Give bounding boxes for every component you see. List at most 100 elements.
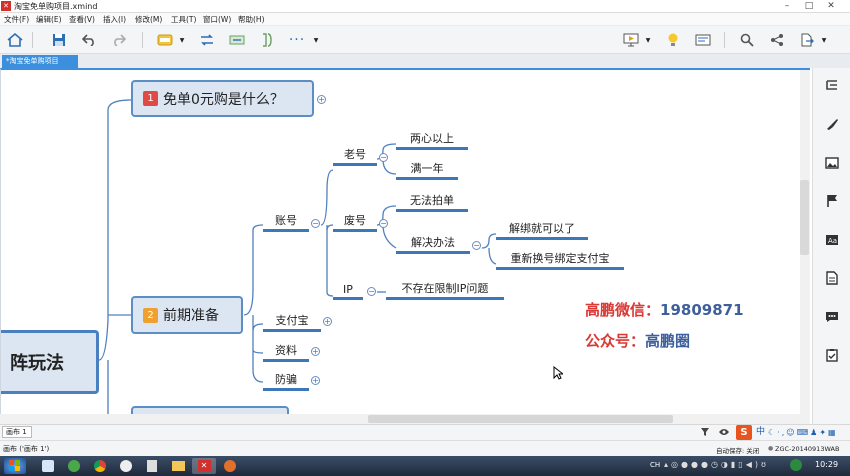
subtopic-old-account[interactable]: 老号 <box>333 146 377 166</box>
subtopic-no-ip-limit[interactable]: 不存在限制IP问题 <box>386 280 504 300</box>
search-icon[interactable] <box>736 30 758 50</box>
menu-bar: 文件(F) 编辑(E) 查看(V) 插入(I) 修改(M) 工具(T) 窗口(W… <box>0 13 850 26</box>
windows-taskbar: ✕ CH ▴◎●●●◷◑▮▯◀)ʊ 10:29 <box>0 456 850 476</box>
subtopic-unbind[interactable]: 解绑就可以了 <box>496 220 588 240</box>
chevron-down-icon[interactable]: ▼ <box>642 30 654 50</box>
main-topic-2[interactable]: 2 前期准备 <box>131 296 243 334</box>
subtopic-waste-account[interactable]: 废号 <box>333 212 377 232</box>
main-topic-2-label: 前期准备 <box>163 308 219 324</box>
presentation-icon[interactable] <box>620 30 642 50</box>
home-icon[interactable] <box>4 30 26 50</box>
system-tray-icons[interactable]: ▴◎●●●◷◑▮▯◀)ʊ <box>664 460 769 469</box>
editor-tab[interactable]: *淘宝免单购项目 <box>2 55 78 68</box>
vertical-scrollbar-thumb[interactable] <box>800 180 809 255</box>
expand-toggle-icon[interactable]: + <box>311 376 320 385</box>
official-account-watermark: 公众号：高鹏圈 <box>585 332 691 350</box>
system-clock[interactable]: 10:29 <box>815 460 838 469</box>
taskbar-app-icon[interactable] <box>36 458 60 474</box>
collapse-toggle-icon[interactable]: − <box>311 219 320 228</box>
expand-toggle-icon[interactable]: + <box>317 95 326 104</box>
image-icon[interactable] <box>823 154 841 172</box>
export-icon[interactable] <box>796 30 818 50</box>
minimize-button[interactable]: – <box>778 0 796 12</box>
wechat-watermark: 高鹏微信：19809871 <box>585 301 744 319</box>
menu-file[interactable]: 文件(F) <box>4 13 29 26</box>
machine-name: ZGC-20140913WAB <box>775 445 840 453</box>
relationship-icon[interactable] <box>196 30 218 50</box>
document-icon[interactable] <box>823 269 841 287</box>
mindmap-canvas[interactable]: 阵玩法 1 免单0元购是什么？ + 2 前期准备 账号 − 老号 − 两心以上 … <box>0 68 810 414</box>
mouse-cursor-icon <box>553 366 563 380</box>
menu-help[interactable]: 帮助(H) <box>238 13 265 26</box>
sheet-tab[interactable]: 画布 1 <box>2 426 32 438</box>
lightbulb-icon[interactable] <box>662 30 684 50</box>
comment-icon[interactable] <box>823 308 841 326</box>
chevron-down-icon[interactable]: ▼ <box>310 30 322 50</box>
filter-icon[interactable] <box>700 427 710 437</box>
share-icon[interactable] <box>766 30 788 50</box>
redo-icon[interactable] <box>108 30 130 50</box>
taskbar-app-icon[interactable] <box>62 458 86 474</box>
menu-view[interactable]: 查看(V) <box>69 13 95 26</box>
collapse-toggle-icon[interactable]: − <box>379 153 388 162</box>
taskbar-app-icon[interactable] <box>140 458 164 474</box>
collapse-toggle-icon[interactable]: − <box>367 287 376 296</box>
priority-1-icon: 1 <box>143 91 158 106</box>
outline-icon[interactable] <box>692 30 714 50</box>
subtopic-one-year[interactable]: 满一年 <box>396 160 458 180</box>
expand-toggle-icon[interactable]: + <box>323 317 332 326</box>
subtopic-materials[interactable]: 资料 <box>263 340 309 362</box>
subtopic-ip[interactable]: IP <box>333 280 363 300</box>
ime-mode-label[interactable]: 中 <box>756 427 765 438</box>
input-language[interactable]: CH <box>650 461 660 469</box>
taskbar-folder-icon[interactable] <box>166 458 190 474</box>
close-button[interactable]: ✕ <box>822 0 840 12</box>
marker-flag-icon[interactable] <box>823 192 841 210</box>
more-icon[interactable]: ··· <box>286 30 308 50</box>
subtopic-anti-fraud[interactable]: 防骗 <box>263 369 309 391</box>
menu-modify[interactable]: 修改(M) <box>135 13 162 26</box>
task-clipboard-icon[interactable] <box>823 346 841 364</box>
toolbar: ▼ ··· ▼ ▼ ▼ <box>0 26 850 54</box>
collapse-toggle-icon[interactable]: − <box>472 241 481 250</box>
menu-tools[interactable]: 工具(T) <box>171 13 196 26</box>
eye-icon[interactable] <box>718 428 730 436</box>
chevron-down-icon[interactable]: ▼ <box>176 30 188 50</box>
subtopic-rebind[interactable]: 重新换号绑定支付宝 <box>496 250 624 270</box>
root-topic[interactable]: 阵玩法 <box>1 330 99 394</box>
maximize-button[interactable]: □ <box>800 0 818 12</box>
chevron-down-icon[interactable]: ▼ <box>818 30 830 50</box>
outline-panel-icon[interactable] <box>823 77 841 95</box>
taskbar-chrome-icon[interactable] <box>88 458 112 474</box>
expand-toggle-icon[interactable]: + <box>311 347 320 356</box>
taskbar-app-icon[interactable] <box>114 458 138 474</box>
boundary-icon[interactable] <box>226 30 248 50</box>
menu-edit[interactable]: 编辑(E) <box>36 13 62 26</box>
autosave-status[interactable]: 自动保存: 关闭 <box>716 445 759 455</box>
status-bar: 画布 ('画布 1') 自动保存: 关闭 ● ZGC-20140913WAB <box>0 440 850 456</box>
ime-toolbar-icons[interactable]: ☾·,☺⌨♟✦▦ <box>768 427 838 438</box>
xmind-window: ✕ 淘宝免单购项目.xmind – □ ✕ 文件(F) 编辑(E) 查看(V) … <box>0 0 850 476</box>
start-button[interactable] <box>4 458 26 474</box>
tray-app-icon[interactable] <box>790 459 802 471</box>
subtopic-alipay[interactable]: 支付宝 <box>263 310 321 332</box>
menu-insert[interactable]: 插入(I) <box>103 13 126 26</box>
subtopic-cannot-order[interactable]: 无法拍单 <box>396 192 468 212</box>
subtopic-account[interactable]: 账号 <box>263 212 309 232</box>
subtopic-two-hearts[interactable]: 两心以上 <box>396 130 468 150</box>
format-brush-icon[interactable] <box>823 115 841 133</box>
notes-aa-icon[interactable]: Aa <box>823 231 841 249</box>
summary-icon[interactable] <box>256 30 278 50</box>
taskbar-xmind-icon[interactable]: ✕ <box>192 458 216 474</box>
main-topic-1[interactable]: 1 免单0元购是什么？ <box>131 80 314 117</box>
menu-window[interactable]: 窗口(W) <box>203 13 231 26</box>
taskbar-app-icon[interactable] <box>218 458 242 474</box>
undo-icon[interactable] <box>78 30 100 50</box>
sogou-ime-icon[interactable]: S <box>736 425 752 440</box>
horizontal-scrollbar-thumb[interactable] <box>368 415 673 423</box>
subtopic-solution[interactable]: 解决办法 <box>396 234 470 254</box>
main-topic-3[interactable] <box>131 406 289 414</box>
collapse-toggle-icon[interactable]: − <box>379 219 388 228</box>
save-icon[interactable] <box>48 30 70 50</box>
topic-style-icon[interactable] <box>154 30 176 50</box>
